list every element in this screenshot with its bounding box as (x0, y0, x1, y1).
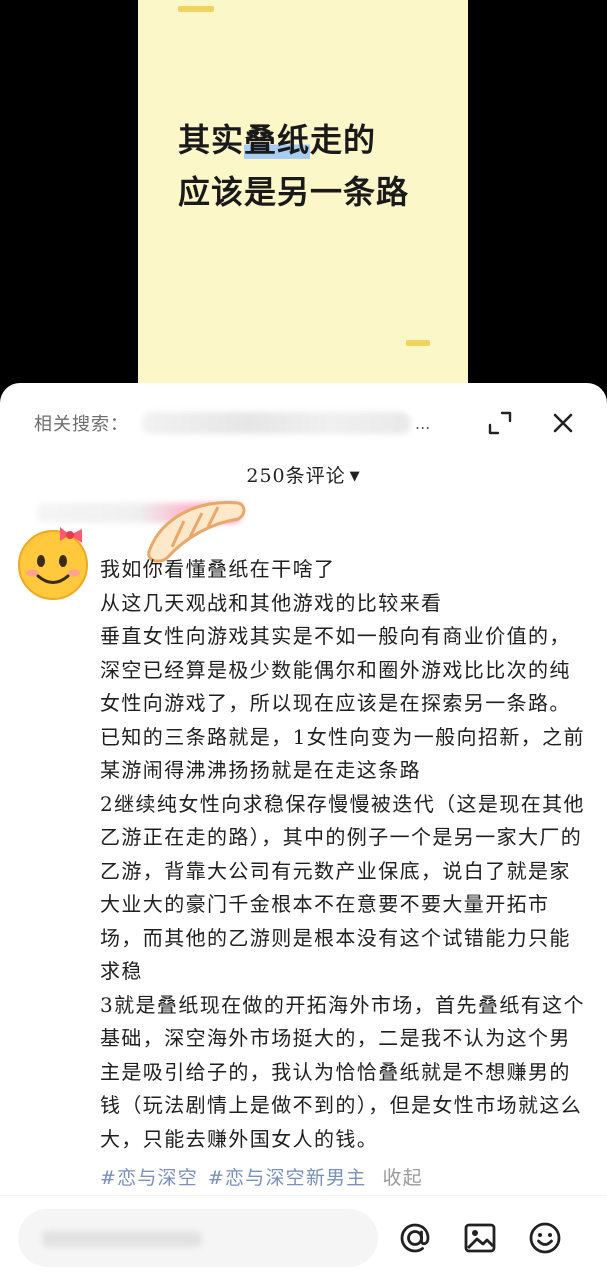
decor-dash (178, 6, 214, 12)
at-icon[interactable] (393, 1216, 437, 1260)
headline-text: 其实 (178, 121, 245, 159)
comment-paragraph: 垂直女性向游戏其实是不如一般向有商业价值的，深空已经算是极少数能偶尔和圈外游戏比… (100, 624, 571, 715)
close-icon[interactable] (545, 405, 581, 441)
related-search-query-blurred (141, 412, 411, 434)
collapse-button[interactable]: 收起 (382, 1167, 422, 1189)
related-search[interactable]: 相关搜索： ... (34, 405, 474, 441)
comment-paragraph: 我如你看懂叠纸在干啥了 (100, 557, 336, 581)
comment-count-toggle[interactable]: 250条评论 ▼ (0, 461, 607, 488)
emoji-icon[interactable] (523, 1216, 567, 1260)
related-search-label: 相关搜索： (34, 414, 129, 435)
comment-paragraph: 2继续纯女性向求稳保存慢慢被迭代（这是现在其他乙游正在走的路），其中的例子一个是… (100, 791, 585, 984)
hashtag-link[interactable]: #恋与深空新男主 (208, 1167, 367, 1189)
avatar[interactable] (12, 521, 94, 603)
comment-input-bar (0, 1195, 607, 1281)
collapse-arrows-icon[interactable] (482, 405, 518, 441)
caret-down-icon: ▼ (349, 469, 361, 484)
comment-paragraph: 从这几天观战和其他游戏的比较来看 (100, 590, 443, 615)
image-icon[interactable] (458, 1216, 502, 1260)
comment-paragraph: 已知的三条路就是，1女性向变为一般向招新，之前某游闹得沸沸扬扬就是在走这条路 (100, 724, 585, 783)
comment-input[interactable] (18, 1209, 378, 1267)
headline-text: 走的 (310, 121, 377, 159)
post-poster: 其实叠纸走的 应该是另一条路 (138, 0, 468, 395)
comment-sheet: 相关搜索： ... 250条评论 ▼ 我如你看懂叠纸在干啥了 从这几天观战和其他… (0, 383, 607, 1281)
headline-line2: 应该是另一条路 (178, 173, 410, 211)
comment-paragraph: 3就是叠纸现在做的开拓海外市场，首先叠纸有这个基础，深空海外市场挺大的，二是我不… (100, 992, 585, 1151)
poster-headline: 其实叠纸走的 应该是另一条路 (178, 114, 458, 218)
decor-dash (406, 340, 430, 346)
headline-highlight: 叠纸 (244, 121, 311, 159)
input-placeholder-blurred (42, 1231, 202, 1247)
comment-tags: #恋与深空 #恋与深空新男主 收起 (100, 1163, 590, 1190)
comment-text: 我如你看懂叠纸在干啥了 从这几天观战和其他游戏的比较来看 垂直女性向游戏其实是不… (100, 553, 588, 1156)
hashtag-link[interactable]: #恋与深空 (100, 1167, 198, 1189)
comment-count-label: 250条评论 (246, 465, 346, 487)
more-indicator: ... (415, 413, 431, 433)
post-image[interactable]: 其实叠纸走的 应该是另一条路 (0, 0, 607, 395)
